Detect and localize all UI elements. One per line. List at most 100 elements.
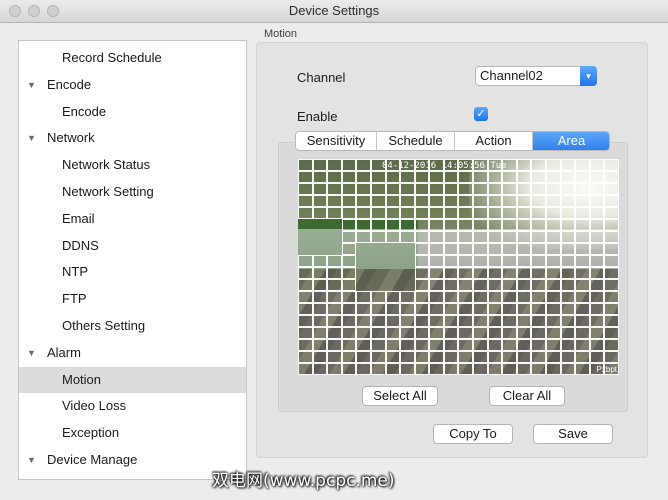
motion-grid-cell[interactable] [531,315,547,327]
motion-grid-cell[interactable] [589,303,605,315]
motion-grid-cell[interactable] [341,243,357,255]
motion-grid-cell[interactable] [429,327,444,339]
motion-grid-cell[interactable] [443,207,459,219]
motion-grid-cell[interactable] [370,327,386,339]
motion-grid-cell[interactable] [531,279,547,291]
motion-grid-cell[interactable] [443,339,459,351]
motion-grid-cell[interactable] [356,195,371,207]
motion-grid-cell[interactable] [560,363,576,375]
chevron-updown-icon[interactable]: ▾ [580,66,597,86]
motion-grid-cell[interactable] [546,183,561,195]
motion-grid-cell[interactable] [502,255,517,267]
motion-grid-cell[interactable] [327,351,342,363]
motion-grid-cell[interactable] [443,279,459,291]
motion-grid-cell[interactable] [414,255,430,267]
motion-grid-cell[interactable] [458,315,474,327]
motion-grid-cell[interactable] [429,171,444,183]
motion-grid-cell[interactable] [443,243,459,255]
motion-grid-cell[interactable] [414,327,430,339]
motion-grid-cell[interactable] [414,303,430,315]
motion-grid-cell[interactable] [531,291,547,303]
motion-grid-cell[interactable] [546,327,561,339]
motion-grid-cell[interactable] [473,159,488,171]
motion-grid-cell[interactable] [327,171,342,183]
sidebar-item[interactable]: Encode [19,99,246,125]
motion-grid-cell[interactable] [458,363,474,375]
motion-grid-cell[interactable] [604,255,619,267]
motion-grid-cell[interactable] [531,231,547,243]
motion-grid-cell[interactable] [458,351,474,363]
motion-grid-cell[interactable] [546,303,561,315]
motion-grid-cell[interactable] [458,267,474,279]
motion-grid-cell[interactable] [531,243,547,255]
motion-grid-cell[interactable] [370,303,386,315]
motion-grid-cell[interactable] [604,279,619,291]
motion-grid-cell[interactable] [414,279,430,291]
motion-grid-cell[interactable] [575,243,590,255]
motion-grid-cell[interactable] [443,267,459,279]
tab-area[interactable]: Area [533,132,609,150]
motion-grid-cell[interactable] [429,243,444,255]
motion-grid-cell[interactable] [385,339,401,351]
motion-grid-cell[interactable] [443,171,459,183]
motion-grid-cell[interactable] [589,315,605,327]
motion-grid-cell[interactable] [370,363,386,375]
motion-grid-cell[interactable] [516,327,532,339]
motion-grid-cell[interactable] [356,255,371,267]
motion-grid-cell[interactable] [356,303,371,315]
motion-grid-cell[interactable] [429,339,444,351]
motion-grid-cell[interactable] [385,183,401,195]
motion-grid-cell[interactable] [560,351,576,363]
motion-grid-cell[interactable] [575,183,590,195]
motion-grid-cell[interactable] [546,219,561,231]
sidebar-item[interactable]: Others Setting [19,313,246,339]
motion-grid-cell[interactable] [473,231,488,243]
motion-grid-cell[interactable] [604,183,619,195]
motion-grid-cell[interactable] [589,183,605,195]
motion-grid-cell[interactable] [429,255,444,267]
motion-grid-cell[interactable] [458,159,474,171]
motion-grid-cell[interactable] [575,303,590,315]
motion-grid-cell[interactable] [298,159,313,171]
motion-grid-cell[interactable] [370,339,386,351]
motion-grid-cell[interactable] [546,267,561,279]
motion-grid-cell[interactable] [341,183,357,195]
motion-grid-cell[interactable] [341,267,357,279]
motion-grid-cell[interactable] [458,171,474,183]
sidebar-item[interactable]: NTP [19,259,246,285]
motion-grid-cell[interactable] [385,207,401,219]
motion-grid-cell[interactable] [575,339,590,351]
motion-grid-cell[interactable] [443,351,459,363]
sidebar-item[interactable]: Exception [19,420,246,446]
motion-grid-cell[interactable] [298,303,313,315]
motion-grid-cell[interactable] [516,363,532,375]
motion-grid-cell[interactable] [443,303,459,315]
motion-grid-cell[interactable] [327,207,342,219]
motion-grid-cell[interactable] [575,363,590,375]
motion-grid-cell[interactable] [487,207,503,219]
motion-grid-cell[interactable] [312,303,328,315]
motion-grid-cell[interactable] [414,219,430,231]
motion-grid-cell[interactable] [298,315,313,327]
motion-grid-cell[interactable] [371,279,386,291]
motion-grid-cell[interactable] [516,159,532,171]
motion-grid-cell[interactable] [502,267,517,279]
motion-grid-cell[interactable] [386,243,401,255]
motion-grid-cell[interactable] [560,315,576,327]
motion-grid-cell[interactable] [604,267,619,279]
motion-grid-cell[interactable] [414,159,430,171]
motion-grid-cell[interactable] [443,219,459,231]
motion-grid-cell[interactable] [516,219,532,231]
motion-grid-cell[interactable] [560,303,576,315]
motion-grid-cell[interactable] [327,339,342,351]
motion-grid-cell[interactable] [443,291,459,303]
sidebar-item[interactable]: ▼ Encode [19,72,246,98]
motion-grid-cell[interactable] [487,219,503,231]
motion-grid-cell[interactable] [298,339,313,351]
disclosure-triangle-icon[interactable]: ▼ [27,340,36,366]
motion-grid-cell[interactable] [458,255,474,267]
motion-grid-cell[interactable] [560,327,576,339]
motion-grid-cell[interactable] [312,315,328,327]
motion-grid-cell[interactable] [400,351,415,363]
motion-grid-cell[interactable] [560,267,576,279]
